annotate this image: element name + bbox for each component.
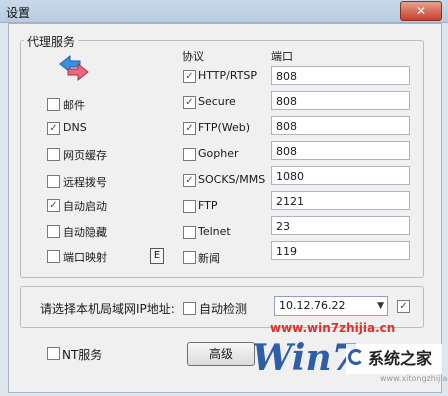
advanced-button[interactable]: 高级 [187, 342, 255, 366]
ip-address-value: 10.12.76.22 [279, 299, 346, 312]
ftp-port-field[interactable]: 2121 [271, 191, 410, 210]
gopher-checkbox[interactable] [183, 148, 196, 161]
mail-label: 邮件 [63, 99, 85, 112]
ftp-web-label: FTP(Web) [198, 121, 251, 134]
secure-checkbox[interactable]: ✓ [183, 96, 196, 109]
telnet-label: Telnet [198, 225, 231, 238]
nt-service-checkbox[interactable] [47, 347, 60, 360]
brand-swirl-icon [348, 349, 364, 365]
remote-dial-label: 远程拨号 [63, 176, 107, 189]
gopher-port-field[interactable]: 808 [271, 141, 410, 160]
gopher-label: Gopher [198, 147, 239, 160]
ftp-label: FTP [198, 199, 218, 212]
nt-service-label: NT服务 [62, 348, 103, 362]
close-button[interactable]: ✕ [400, 1, 442, 21]
title-bar: 设置 ✕ [0, 0, 448, 23]
auto-start-label: 自动启动 [63, 200, 107, 213]
ftp-checkbox[interactable] [183, 200, 196, 213]
auto-hide-checkbox[interactable] [47, 225, 60, 238]
socks-mms-label: SOCKS/MMS [198, 173, 266, 186]
telnet-checkbox[interactable] [183, 226, 196, 239]
port-map-edit-button[interactable]: E [150, 248, 164, 264]
news-port-field[interactable]: 119 [271, 241, 410, 260]
protocol-header: 协议 [182, 50, 204, 63]
news-label: 新闻 [198, 252, 220, 265]
mail-checkbox[interactable] [47, 98, 60, 111]
auto-hide-label: 自动隐藏 [63, 226, 107, 239]
secure-port-field[interactable]: 808 [271, 91, 410, 110]
lan-ip-label: 请选择本机局域网IP地址: [40, 302, 175, 316]
http-rtsp-checkbox[interactable]: ✓ [183, 70, 196, 83]
auto-start-checkbox[interactable]: ✓ [47, 199, 60, 212]
remote-dial-checkbox[interactable] [47, 175, 60, 188]
watermark-brand-text: 系统之家 [368, 349, 433, 368]
auto-detect-checkbox[interactable] [183, 302, 196, 315]
chevron-down-icon[interactable]: ▼ [377, 297, 384, 315]
ip-apply-checkbox[interactable]: ✓ [397, 300, 410, 313]
port-header: 端口 [271, 50, 293, 63]
secure-label: Secure [198, 95, 236, 108]
ftp-web-checkbox[interactable]: ✓ [183, 122, 196, 135]
watermark-site: www.win7zhijia.cn [270, 321, 396, 335]
proxy-arrows-icon [59, 54, 89, 82]
web-cache-label: 网页缓存 [63, 149, 107, 162]
watermark-subsite: www.xitongzhijia.net [380, 374, 448, 383]
http-rtsp-port-field[interactable]: 808 [271, 66, 410, 85]
dns-label: DNS [63, 121, 87, 134]
window-title: 设置 [6, 6, 31, 20]
port-map-checkbox[interactable] [47, 250, 60, 263]
socks-mms-port-field[interactable]: 1080 [271, 166, 410, 185]
socks-mms-checkbox[interactable]: ✓ [183, 174, 196, 187]
ip-address-select[interactable]: 10.12.76.22 ▼ [274, 296, 388, 316]
web-cache-checkbox[interactable] [47, 148, 60, 161]
ftp-web-port-field[interactable]: 808 [271, 116, 410, 135]
dns-checkbox[interactable]: ✓ [47, 122, 60, 135]
news-checkbox[interactable] [183, 251, 196, 264]
telnet-port-field[interactable]: 23 [271, 216, 410, 235]
proxy-group-title: 代理服务 [24, 33, 79, 50]
port-map-label: 端口映射 [63, 251, 107, 264]
auto-detect-label: 自动检测 [199, 302, 248, 316]
watermark-brand: 系统之家 [346, 344, 442, 374]
windows-logo-watermark: Win7 [252, 337, 357, 379]
http-rtsp-label: HTTP/RTSP [198, 69, 258, 82]
